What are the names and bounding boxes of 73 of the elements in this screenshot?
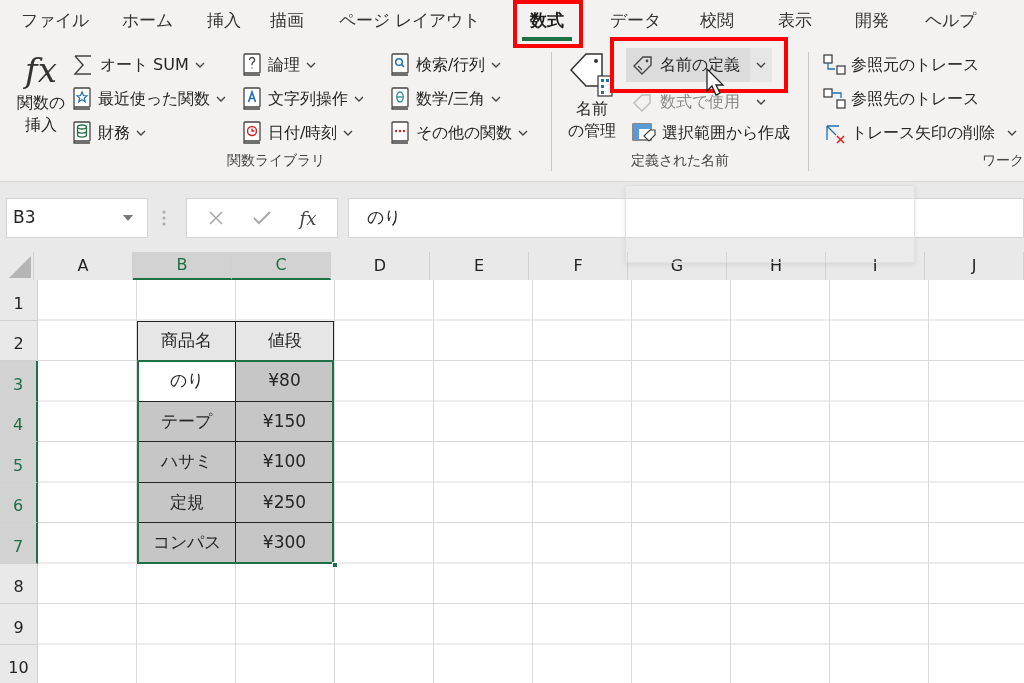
ribbon-tab[interactable]: 校閲 [678,0,756,42]
theta-book-icon [390,87,410,111]
trace-dependents-icon [823,88,847,110]
name-manager-button[interactable]: 名前 の管理 [562,48,622,150]
insert-function-button[interactable]: fx 関数の 挿入 [12,48,70,150]
table-cell: ¥300 [235,522,334,564]
row-header[interactable]: 4 [0,401,38,442]
table-header-cell: 商品名 [137,320,236,361]
table-cell: ¥150 [235,400,334,442]
fill-handle[interactable] [332,561,338,568]
check-icon[interactable] [252,211,271,225]
ribbon-command[interactable]: 数学/三角 [388,82,538,116]
ribbon-command[interactable]: 文字列操作 [240,82,388,116]
ribbon-tab[interactable]: 挿入 [191,0,256,42]
star-book-icon [72,87,92,111]
row-header[interactable]: 6 [0,482,38,523]
ribbon-command[interactable]: トレース矢印の削除 [823,116,1017,150]
ribbon-command[interactable]: 参照元のトレース [823,48,979,82]
table-cell: コンパス [137,522,236,564]
grid-tag-icon [632,122,656,144]
cancel-icon[interactable] [207,210,224,226]
table-header-cell: 値段 [235,320,334,361]
table-cell: 定規 [137,481,236,523]
ribbon-tab[interactable]: ページ レイアウト [318,0,501,42]
highlight-frame [513,0,583,48]
ribbon-command[interactable]: 選択範囲から作成 [626,116,790,150]
tag-fx-icon [632,91,654,113]
group-label: 定義された名前 [630,151,730,170]
ribbon-tab[interactable]: 数式 [501,0,593,42]
dropdown-arrow-icon [123,215,134,221]
ribbon-tab[interactable]: ヘルプ [910,0,990,42]
table-cell: ¥80 [235,360,334,402]
ribbon-command[interactable]: その他の関数 [388,116,538,150]
row-header[interactable]: 5 [0,442,38,483]
table-cell: ¥100 [235,441,334,483]
letter-book-icon [242,87,262,111]
table-cell: テープ [137,400,236,442]
ribbon-command[interactable]: 日付/時刻 [240,116,388,150]
dots-book-icon [390,121,410,145]
ribbon-tab[interactable]: 表示 [756,0,833,42]
ribbon-command[interactable]: 名前の定義 [626,48,772,82]
column-header[interactable]: C [232,252,331,280]
ribbon-command[interactable]: 論理 [240,48,388,82]
ribbon-command[interactable]: 財務 [70,116,240,150]
question-book-icon [242,53,262,77]
clock-book-icon [242,121,262,145]
ribbon-tab[interactable]: ファイル [6,0,103,42]
name-box[interactable]: B3 [6,198,149,238]
ribbon-command[interactable]: 最近使った関数 [70,82,240,116]
ribbon-tab[interactable]: ホーム [103,0,191,42]
sigma-icon [72,54,94,76]
database-book-icon [72,121,92,145]
group-label: 関数ライブラリ [225,151,326,170]
grip-icon [162,210,167,226]
column-header[interactable]: B [133,252,232,280]
label-tag-icon [632,54,654,76]
table-cell: ハサミ [137,441,236,483]
trace-precedents-icon [823,54,847,76]
magnifier-book-icon [390,53,410,77]
group-label: ワーク [982,151,1024,170]
select-all-icon[interactable] [9,256,31,278]
ribbon-command[interactable]: 検索/行列 [388,48,538,82]
table-cell: ¥250 [235,481,334,523]
ribbon-tab[interactable]: データ [593,0,678,42]
row-header[interactable]: 3 [0,361,38,402]
ribbon-command[interactable]: オート SUM [70,48,240,82]
ribbon-command[interactable]: 参照先のトレース [823,82,979,116]
ribbon-tab[interactable]: 描画 [256,0,318,42]
formula-input[interactable]: のり [347,198,1024,238]
remove-arrows-icon [823,122,847,144]
ribbon-tab[interactable]: 開発 [833,0,910,42]
row-header[interactable]: 7 [0,523,38,564]
insert-function-button[interactable]: fx [299,204,317,232]
